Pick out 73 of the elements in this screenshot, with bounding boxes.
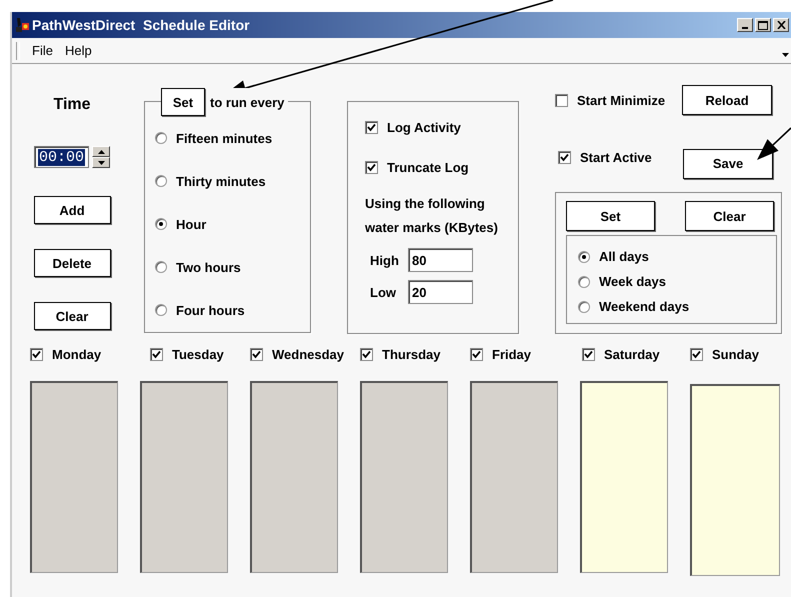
radio-label: Four hours bbox=[176, 302, 245, 318]
radio-button[interactable] bbox=[155, 304, 167, 316]
up-arrow-icon bbox=[98, 150, 104, 154]
day-button[interactable]: Set bbox=[566, 201, 655, 231]
checkbox[interactable] bbox=[365, 120, 378, 134]
checkbox-label: Log Activity bbox=[387, 120, 461, 134]
checkbox[interactable] bbox=[558, 150, 571, 164]
time-field[interactable]: 00:00 bbox=[34, 146, 89, 168]
menu-item[interactable]: File bbox=[32, 43, 53, 58]
checkbox[interactable] bbox=[690, 348, 703, 361]
radio-label: Two hours bbox=[176, 260, 241, 274]
radio-button[interactable] bbox=[155, 132, 167, 144]
day-button[interactable]: Clear bbox=[685, 201, 774, 231]
checkbox-label: Start Minimize bbox=[577, 92, 666, 108]
day-list[interactable] bbox=[30, 381, 118, 573]
field-label: Low bbox=[369, 284, 397, 300]
day-list[interactable] bbox=[690, 384, 780, 576]
radio-button[interactable] bbox=[155, 218, 167, 230]
radio-label: Fifteen minutes bbox=[176, 130, 272, 146]
annotation-arrow bbox=[757, 127, 791, 160]
input-field[interactable]: 20 bbox=[408, 280, 473, 304]
time-label: Time bbox=[53, 96, 91, 113]
close-icon[interactable] bbox=[773, 18, 789, 32]
chevron-icon[interactable] bbox=[782, 52, 789, 56]
checkbox[interactable] bbox=[30, 348, 43, 361]
save-button[interactable]: Save bbox=[683, 148, 773, 178]
checkbox-label: Thursday bbox=[382, 347, 441, 362]
checkbox-label: Wednesday bbox=[272, 347, 344, 362]
menu-item[interactable]: Help bbox=[64, 43, 92, 58]
radio-button[interactable] bbox=[578, 300, 590, 312]
day-list[interactable] bbox=[140, 381, 228, 573]
day-list[interactable] bbox=[250, 381, 338, 573]
checkbox-label: Monday bbox=[52, 347, 102, 362]
checkbox-label: Saturday bbox=[604, 347, 660, 362]
window-title: PathWestDirect Schedule Editor bbox=[32, 17, 251, 33]
time-button[interactable]: Clear bbox=[34, 302, 110, 330]
watermark-note: Using the following water marks (KBytes) bbox=[365, 195, 499, 237]
time-button[interactable]: Add bbox=[34, 196, 110, 224]
checkbox-label: Tuesday bbox=[172, 347, 224, 362]
radio-button[interactable] bbox=[578, 276, 590, 288]
radio-button[interactable] bbox=[155, 175, 167, 187]
day-list[interactable] bbox=[470, 381, 558, 573]
checkbox-label: Sunday bbox=[712, 347, 759, 362]
radio-label: Weekend days bbox=[599, 299, 690, 314]
day-list[interactable] bbox=[580, 381, 668, 573]
day-list[interactable] bbox=[360, 381, 448, 573]
checkbox[interactable] bbox=[555, 94, 568, 106]
radio-label: Hour bbox=[176, 216, 206, 232]
radio-button[interactable] bbox=[578, 250, 590, 262]
checkbox-label: Truncate Log bbox=[387, 160, 469, 174]
set-button[interactable]: Set bbox=[161, 88, 205, 116]
down-arrow-icon bbox=[98, 160, 104, 164]
checkbox[interactable] bbox=[150, 348, 163, 361]
time-button[interactable]: Delete bbox=[34, 249, 110, 277]
maximize-icon[interactable] bbox=[755, 18, 771, 32]
radio-label: All days bbox=[599, 249, 649, 264]
checkbox[interactable] bbox=[250, 348, 263, 361]
radio-button[interactable] bbox=[155, 261, 167, 273]
field-label: High bbox=[369, 252, 400, 268]
spin-button[interactable] bbox=[92, 146, 110, 168]
input-field[interactable]: 80 bbox=[408, 248, 473, 272]
checkbox[interactable] bbox=[365, 160, 378, 174]
reload-button[interactable]: Reload bbox=[682, 85, 772, 115]
radio-label: Thirty minutes bbox=[176, 174, 266, 188]
checkbox[interactable] bbox=[470, 348, 483, 361]
checkbox-label: Friday bbox=[492, 347, 532, 362]
checkbox-label: Start Active bbox=[580, 150, 652, 164]
radio-label: Week days bbox=[599, 274, 666, 289]
checkbox[interactable] bbox=[360, 348, 373, 361]
checkbox[interactable] bbox=[582, 348, 595, 361]
group-label: to run every bbox=[210, 94, 284, 110]
app-icon bbox=[14, 17, 30, 33]
minimize-icon[interactable] bbox=[737, 18, 753, 32]
